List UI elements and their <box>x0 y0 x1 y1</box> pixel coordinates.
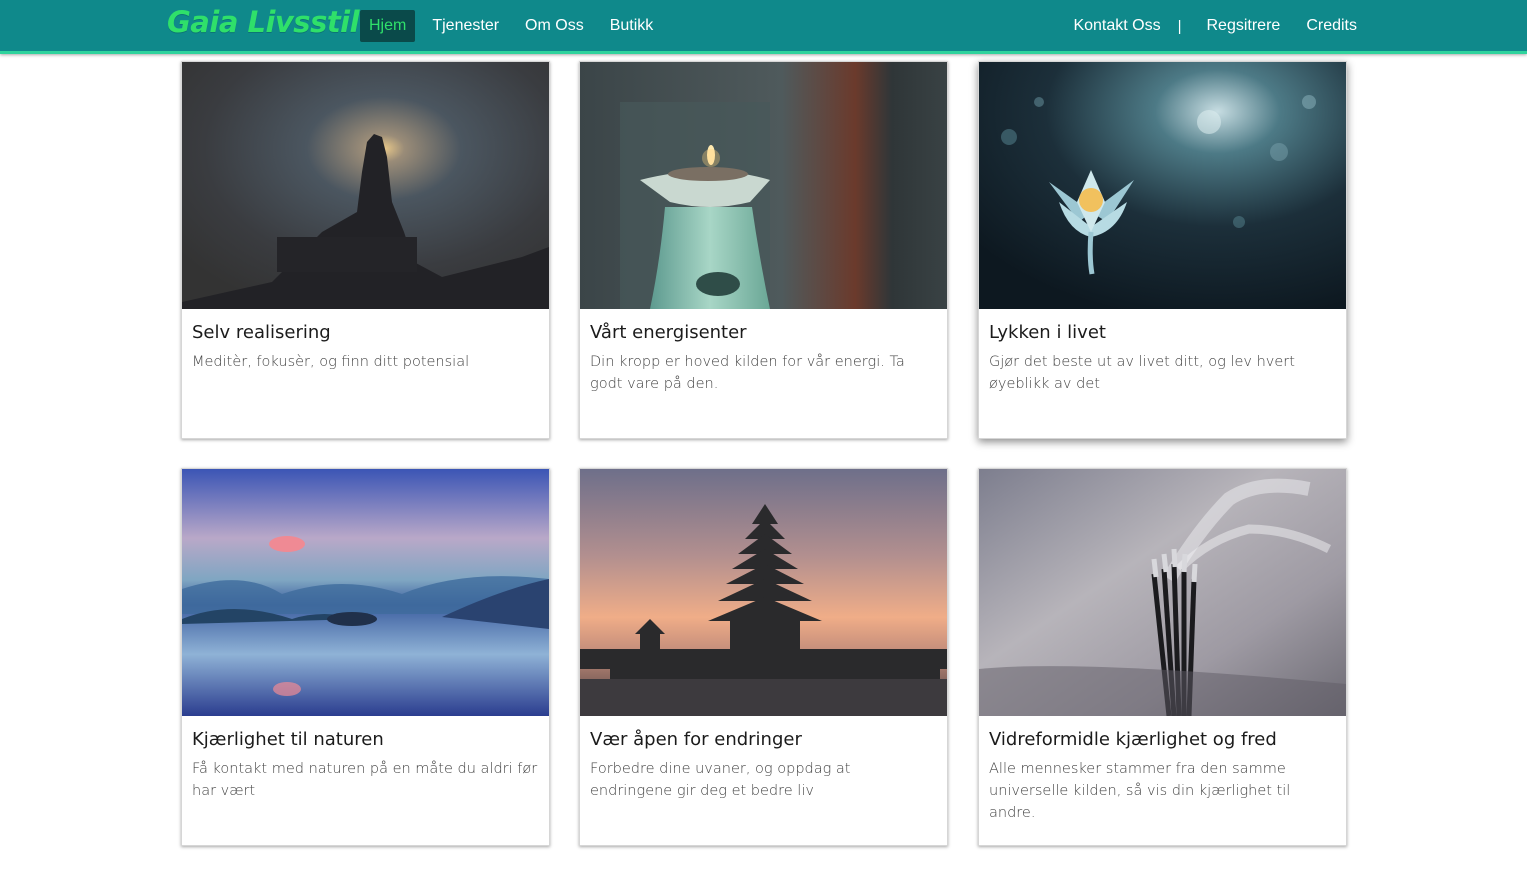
card-text: Få kontakt med naturen på en måte du ald… <box>192 761 538 799</box>
card-text: Din kropp er hoved kilden for vår energi… <box>590 354 905 392</box>
card-title: Kjærlighet til naturen <box>192 729 384 750</box>
nav-link-kontakt-oss[interactable]: Kontakt Oss <box>1064 10 1169 42</box>
card-text: Gjør det beste ut av livet ditt, og lev … <box>989 354 1295 392</box>
card-text: Forbedre dine uvaner, og oppdag at endri… <box>590 761 851 799</box>
nav-link-registrere[interactable]: Regsitrere <box>1198 10 1290 42</box>
meditation-silhouette-image <box>182 62 549 309</box>
card-lykken-i-livet[interactable]: Lykken i livet Gjør det beste ut av live… <box>978 61 1347 439</box>
nav-link-om-oss[interactable]: Om Oss <box>516 10 593 42</box>
nav-separator: | <box>1177 17 1182 35</box>
nav-link-credits[interactable]: Credits <box>1297 10 1366 42</box>
card-title: Selv realisering <box>192 322 331 343</box>
card-vidreformidle-kjaerlighet[interactable]: Vidreformidle kjærlighet og fred Alle me… <box>978 468 1347 846</box>
pagoda-temple-image <box>580 469 947 716</box>
card-selv-realisering[interactable]: Selv realisering Meditèr, fokusèr, og fi… <box>181 61 550 439</box>
nav-link-tjenester[interactable]: Tjenester <box>423 10 508 42</box>
card-title: Vær åpen for endringer <box>590 729 802 750</box>
main-nav: Hjem Tjenester Om Oss Butikk <box>360 10 670 42</box>
lake-mountains-image <box>182 469 549 716</box>
card-text: Alle mennesker stammer fra den samme uni… <box>989 761 1291 821</box>
top-navbar: Gaia Livsstil Hjem Tjenester Om Oss Buti… <box>0 0 1527 54</box>
candle-oil-burner-image <box>580 62 947 309</box>
card-kjaerlighet-til-naturen[interactable]: Kjærlighet til naturen Få kontakt med na… <box>181 468 550 846</box>
card-title: Vidreformidle kjærlighet og fred <box>989 729 1277 750</box>
card-text: Meditèr, fokusèr, og finn ditt potensial <box>192 354 470 370</box>
secondary-nav: Kontakt Oss | Regsitrere Credits <box>1056 10 1366 42</box>
incense-sticks-image <box>979 469 1346 716</box>
card-title: Vårt energisenter <box>590 322 747 343</box>
nav-link-butikk[interactable]: Butikk <box>601 10 663 42</box>
card-vaer-apen-for-endringer[interactable]: Vær åpen for endringer Forbedre dine uva… <box>579 468 948 846</box>
card-title: Lykken i livet <box>989 322 1106 343</box>
nav-link-hjem[interactable]: Hjem <box>360 10 416 42</box>
card-vart-energisenter[interactable]: Vårt energisenter Din kropp er hoved kil… <box>579 61 948 439</box>
brand-logo[interactable]: Gaia Livsstil <box>167 5 360 39</box>
lotus-flower-image <box>979 62 1346 309</box>
